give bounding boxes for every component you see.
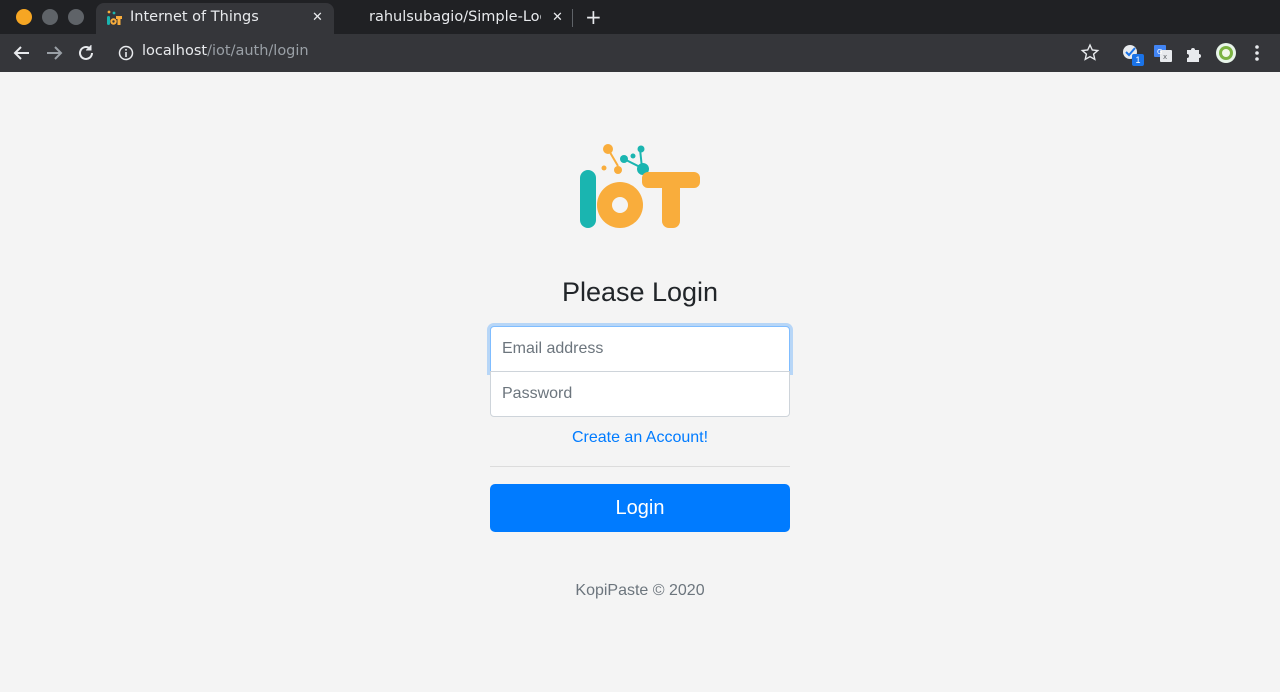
svg-text:G: G — [1157, 48, 1162, 56]
tab-close-icon[interactable]: ✕ — [552, 10, 563, 25]
iot-favicon-icon — [107, 10, 122, 25]
page-title: Please Login — [561, 277, 719, 307]
browser-toolbar: localhost/iot/auth/login 1 G x — [0, 34, 1280, 72]
window-maximize-button[interactable] — [68, 9, 84, 25]
tasks-extension-icon[interactable]: 1 — [1120, 42, 1144, 66]
window-minimize-button[interactable] — [42, 9, 58, 25]
translate-extension-icon[interactable]: G x — [1152, 42, 1174, 64]
footer-copyright: KopiPaste © 2020 — [575, 582, 705, 599]
window-close-button[interactable] — [16, 9, 32, 25]
tab-close-icon[interactable]: ✕ — [312, 10, 323, 25]
reload-icon[interactable] — [74, 41, 98, 65]
tab-github-repo[interactable]: rahulsubagio/Simple-Log ✕ — [340, 3, 572, 34]
back-arrow-icon[interactable] — [10, 41, 34, 65]
forward-arrow-icon[interactable] — [42, 41, 66, 65]
bookmark-star-icon[interactable] — [1079, 42, 1101, 64]
tab-separator — [572, 9, 573, 27]
url-host: localhost — [142, 43, 208, 59]
divider — [490, 466, 790, 467]
login-button[interactable]: Login — [490, 484, 790, 532]
tab-title: rahulsubagio/Simple-Log — [369, 9, 541, 25]
tab-title: Internet of Things — [130, 9, 259, 25]
tab-internet-of-things[interactable]: Internet of Things ✕ — [96, 3, 334, 34]
svg-text:x: x — [1163, 53, 1167, 61]
site-info-icon[interactable] — [118, 45, 134, 61]
url-path: /iot/auth/login — [207, 43, 309, 59]
email-input[interactable] — [490, 326, 790, 372]
password-input[interactable] — [490, 371, 790, 417]
iot-logo — [580, 144, 700, 228]
more-menu-icon[interactable] — [1246, 42, 1268, 64]
new-tab-button[interactable]: + — [585, 5, 602, 29]
create-account-link[interactable]: Create an Account! — [490, 429, 790, 447]
puzzle-extensions-icon[interactable] — [1183, 42, 1205, 64]
address-bar[interactable]: localhost/iot/auth/login — [142, 43, 309, 59]
extension-badge: 1 — [1132, 54, 1144, 66]
browser-tab-bar: Internet of Things ✕ rahulsubagio/Simple… — [0, 0, 1280, 34]
profile-avatar-icon[interactable] — [1215, 42, 1237, 64]
